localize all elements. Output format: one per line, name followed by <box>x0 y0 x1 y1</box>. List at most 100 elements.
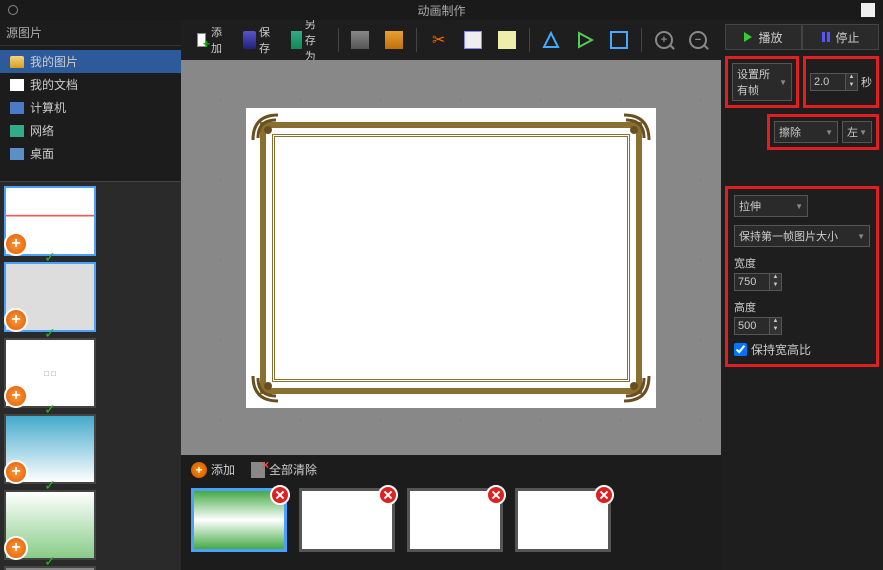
main-toolbar: 添加 保存 另存为 ✂ + − <box>181 20 721 60</box>
interval-input[interactable] <box>810 73 846 91</box>
spin-down[interactable]: ▼ <box>770 326 781 334</box>
play-triangle-icon <box>576 31 594 49</box>
chevron-down-icon: ▼ <box>857 232 865 241</box>
print-button[interactable] <box>345 27 375 53</box>
add-icon[interactable]: + <box>4 460 28 484</box>
rect-icon <box>610 31 628 49</box>
spin-up[interactable]: ▲ <box>770 274 781 282</box>
disk-icon <box>243 31 256 49</box>
zoom-out-icon: − <box>689 31 707 49</box>
width-label: 宽度 <box>734 253 870 273</box>
spin-down[interactable]: ▼ <box>846 82 857 90</box>
interval-field[interactable]: ▲▼ <box>810 73 858 91</box>
add-button[interactable]: 添加 <box>189 20 233 60</box>
flip-button[interactable] <box>536 27 566 53</box>
add-icon[interactable]: + <box>4 384 28 408</box>
height-input[interactable] <box>734 317 770 335</box>
stretch-dropdown[interactable]: 拉伸▼ <box>734 195 808 217</box>
chevron-down-icon: ▼ <box>859 128 867 137</box>
transition-dropdown[interactable]: 擦除▼ <box>774 121 838 143</box>
delete-frame-button[interactable] <box>594 485 614 505</box>
source-thumb[interactable]: +✓ <box>4 186 96 256</box>
chevron-down-icon: ▼ <box>825 128 833 137</box>
play-icon <box>744 32 752 42</box>
scissors-icon: ✂ <box>430 31 448 49</box>
add-icon[interactable]: + <box>4 536 28 560</box>
computer-icon <box>10 102 24 114</box>
tree-item-desktop[interactable]: 桌面 <box>0 142 181 165</box>
frame-thumb[interactable] <box>299 488 395 552</box>
width-field[interactable]: ▲▼ <box>734 273 790 291</box>
network-icon <box>10 125 24 137</box>
source-thumb[interactable]: □ □+✓ <box>4 338 96 408</box>
tree-item-documents[interactable]: 我的文档 <box>0 73 181 96</box>
page-preview <box>246 108 656 408</box>
pause-icon <box>822 32 830 42</box>
play-button[interactable]: 播放 <box>725 24 802 50</box>
desktop-icon <box>10 148 24 160</box>
height-field[interactable]: ▲▼ <box>734 317 790 335</box>
zoom-in-icon: + <box>655 31 673 49</box>
play-button[interactable] <box>570 27 600 53</box>
copy-button[interactable] <box>458 27 488 53</box>
center-panel: 添加 保存 另存为 ✂ + − <box>181 20 721 570</box>
spin-up[interactable]: ▲ <box>846 74 857 82</box>
chevron-down-icon: ▼ <box>795 202 803 211</box>
delete-frame-button[interactable] <box>486 485 506 505</box>
width-input[interactable] <box>734 273 770 291</box>
tree-item-network[interactable]: 网络 <box>0 119 181 142</box>
spin-up[interactable]: ▲ <box>770 318 781 326</box>
tree-label: 我的图片 <box>30 53 78 70</box>
source-thumb[interactable]: +✓ <box>4 490 96 560</box>
paste-button[interactable] <box>492 27 522 53</box>
strip-clear-all-button[interactable]: 全部清除 <box>251 461 317 478</box>
window-doc-icon[interactable] <box>861 3 875 17</box>
tree-item-computer[interactable]: 计算机 <box>0 96 181 119</box>
source-panel: 源图片 我的图片 我的文档 计算机 网络 桌面 <box>0 20 181 570</box>
source-panel-header: 源图片 <box>0 20 181 46</box>
mail-icon <box>385 31 403 49</box>
corner-ornament-icon <box>614 110 654 150</box>
crop-button[interactable] <box>604 27 634 53</box>
tree-label: 桌面 <box>30 145 54 162</box>
tree-item-pictures[interactable]: 我的图片 <box>0 50 181 73</box>
frame-thumb[interactable] <box>191 488 287 552</box>
app-logo-icon <box>8 5 18 15</box>
plus-icon: + <box>191 462 207 478</box>
folder-tree: 我的图片 我的文档 计算机 网络 桌面 <box>0 46 181 169</box>
direction-dropdown[interactable]: 左▼ <box>842 121 872 143</box>
source-thumb[interactable]: +✓ <box>4 566 96 570</box>
stop-button[interactable]: 停止 <box>802 24 879 50</box>
document-icon <box>10 79 24 91</box>
add-icon <box>195 31 208 49</box>
frame-scope-dropdown[interactable]: 设置所有帧▼ <box>732 63 792 101</box>
height-label: 高度 <box>734 297 870 317</box>
frame-thumb[interactable] <box>407 488 503 552</box>
keep-ratio-input[interactable] <box>734 343 747 356</box>
frames-strip: +添加 全部清除 <box>181 455 721 570</box>
add-icon[interactable]: + <box>4 232 28 256</box>
zoom-in-button[interactable]: + <box>649 27 679 53</box>
window-title: 动画制作 <box>417 2 465 19</box>
delete-frame-button[interactable] <box>270 485 290 505</box>
spin-down[interactable]: ▼ <box>770 282 781 290</box>
save-button[interactable]: 保存 <box>237 20 281 60</box>
add-icon[interactable]: + <box>4 308 28 332</box>
copy-icon <box>464 31 482 49</box>
seconds-label: 秒 <box>861 72 872 92</box>
source-thumb[interactable]: +✓ <box>4 414 96 484</box>
save-as-icon <box>291 31 302 49</box>
strip-add-button[interactable]: +添加 <box>191 461 235 478</box>
tree-label: 我的文档 <box>30 76 78 93</box>
cut-button[interactable]: ✂ <box>424 27 454 53</box>
source-thumb[interactable]: +✓ <box>4 262 96 332</box>
mail-button[interactable] <box>379 27 409 53</box>
titlebar: 动画制作 <box>0 0 883 20</box>
frame-thumb[interactable] <box>515 488 611 552</box>
paste-icon <box>498 31 516 49</box>
delete-frame-button[interactable] <box>378 485 398 505</box>
keep-ratio-checkbox[interactable]: 保持宽高比 <box>734 341 870 358</box>
keep-size-dropdown[interactable]: 保持第一帧图片大小▼ <box>734 225 870 247</box>
zoom-out-button[interactable]: − <box>683 27 713 53</box>
canvas[interactable] <box>181 60 721 455</box>
